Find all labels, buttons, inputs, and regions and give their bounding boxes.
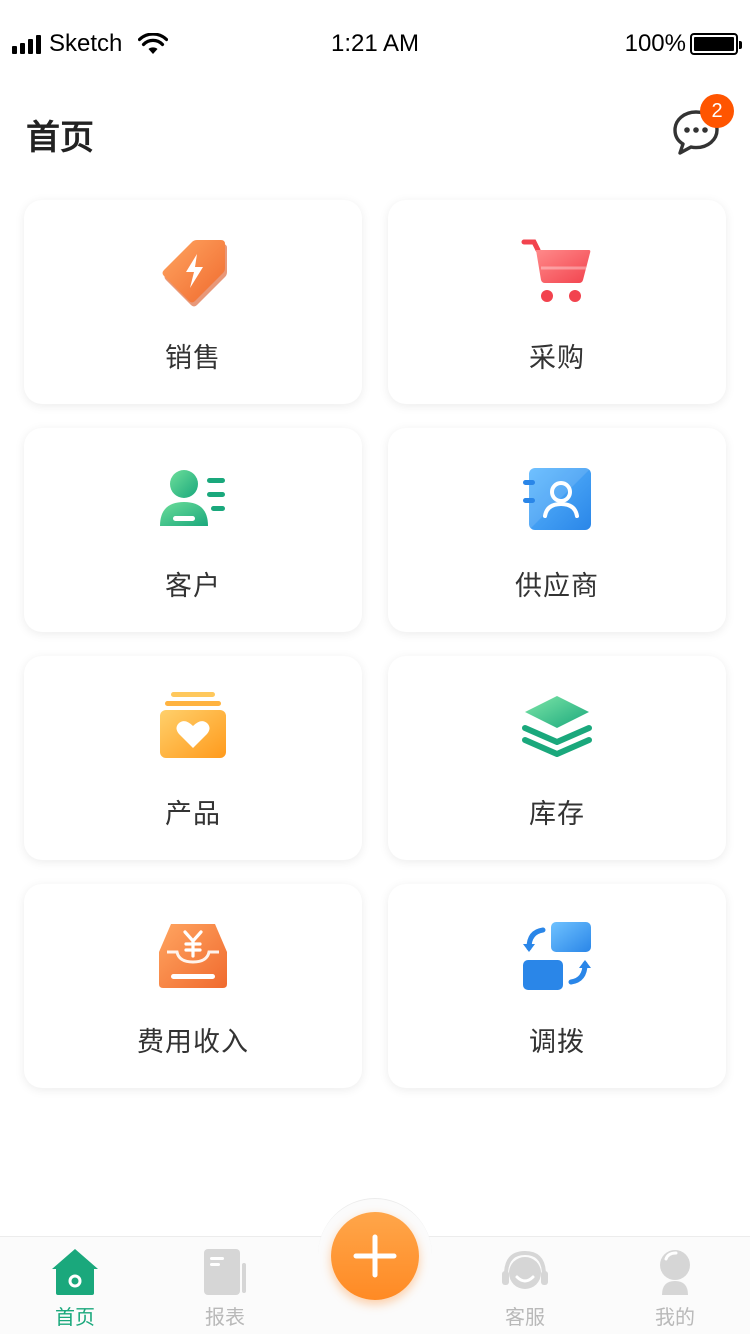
- battery-icon: [690, 33, 742, 55]
- page-title: 首页: [26, 118, 94, 158]
- status-bar: Sketch 1:21 AM 100%: [0, 0, 750, 90]
- report-book-icon: [204, 1249, 246, 1295]
- add-button[interactable]: [331, 1212, 419, 1300]
- tab-reports[interactable]: 报表: [170, 1245, 280, 1330]
- message-button[interactable]: 2: [668, 94, 734, 160]
- card-label: 产品: [165, 799, 221, 830]
- shopping-cart-icon: [521, 236, 593, 308]
- page-header: 首页 2: [0, 94, 750, 170]
- message-count-badge: 2: [700, 94, 734, 128]
- card-label: 销售: [165, 343, 221, 374]
- home-icon: [52, 1249, 98, 1295]
- card-label: 库存: [529, 799, 585, 830]
- card-label: 采购: [529, 343, 585, 374]
- customer-card-icon: [157, 464, 229, 536]
- tab-home-label: 首页: [55, 1305, 95, 1329]
- tab-service-label: 客服: [505, 1305, 545, 1329]
- plus-icon: [353, 1234, 397, 1278]
- headset-icon: [502, 1250, 548, 1289]
- supplier-contact-icon: [521, 464, 593, 536]
- battery-percentage: 100%: [624, 30, 686, 57]
- card-purchase[interactable]: 采购: [388, 200, 726, 404]
- stacked-layers-icon: [521, 692, 593, 764]
- tab-mine[interactable]: 我的: [620, 1245, 730, 1330]
- card-label: 费用收入: [137, 1027, 249, 1058]
- card-transfer[interactable]: 调拨: [388, 884, 726, 1088]
- status-right: 100%: [624, 30, 742, 58]
- tab-service[interactable]: 客服: [470, 1245, 580, 1330]
- tab-mine-label: 我的: [655, 1305, 695, 1329]
- transfer-icon: [521, 920, 593, 992]
- card-sales[interactable]: 销售: [24, 200, 362, 404]
- card-label: 供应商: [515, 571, 599, 602]
- card-product[interactable]: 产品: [24, 656, 362, 860]
- card-customer[interactable]: 客户: [24, 428, 362, 632]
- yuan-inbox-icon: [157, 920, 229, 992]
- card-label: 客户: [165, 571, 221, 602]
- tab-reports-label: 报表: [205, 1305, 245, 1329]
- tab-home[interactable]: 首页: [20, 1245, 130, 1330]
- tag-lightning-icon: [157, 236, 229, 308]
- card-supplier[interactable]: 供应商: [388, 428, 726, 632]
- product-box-heart-icon: [157, 692, 229, 764]
- feature-grid: 销售 采购 客户 供应商 产品 库存 费用收入 调拨: [24, 200, 726, 1088]
- card-inventory[interactable]: 库存: [388, 656, 726, 860]
- card-expense-income[interactable]: 费用收入: [24, 884, 362, 1088]
- card-label: 调拨: [529, 1027, 585, 1058]
- user-profile-icon: [660, 1250, 690, 1295]
